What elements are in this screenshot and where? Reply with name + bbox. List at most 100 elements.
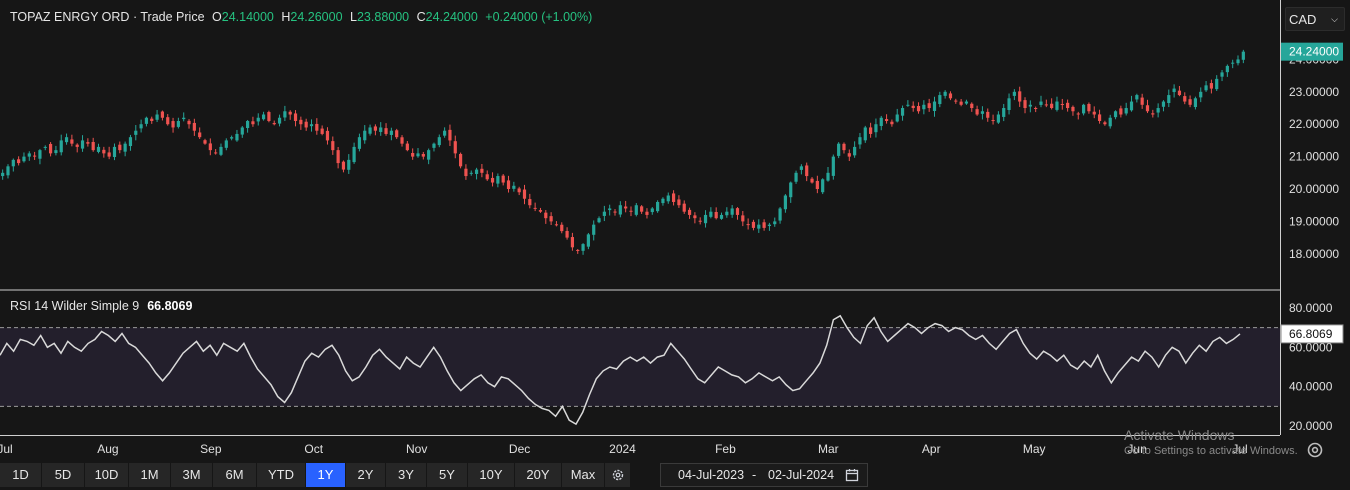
price-tick-label: 18.00000 [1289,247,1339,261]
candle-body [741,215,745,222]
candle-body [1060,104,1064,106]
candle-body [778,208,782,221]
range-button-10y[interactable]: 10Y [468,463,515,487]
date-range-picker[interactable]: 04-Jul-2023 - 02-Jul-2024 [660,463,868,487]
candle-body [1092,111,1096,115]
candle-body [650,208,654,213]
range-button-3y[interactable]: 3Y [386,463,427,487]
candle-body [1199,91,1203,98]
range-button-ytd[interactable]: YTD [257,463,306,487]
candle-body [938,95,942,105]
candle-body [815,180,819,190]
candle-body [1209,83,1213,89]
candle-body [1108,117,1112,127]
candle-body [916,105,921,112]
candle-body [890,121,894,125]
candle-body [698,220,702,222]
range-button-1m[interactable]: 1M [129,463,171,487]
candle-body [1161,101,1166,107]
candle-body [123,143,127,152]
chart-app: 18.00000 19.00000 20.00000 21.00000 22.00000… [0,0,1350,487]
candle-body [75,144,79,147]
time-tick-label: Aug [97,442,118,456]
candle-body [1151,113,1155,115]
range-button-3m[interactable]: 3M [171,463,213,487]
candle-body [746,224,750,226]
candle-body [629,210,633,212]
candle-body [198,132,202,138]
candle-body [1018,91,1022,102]
candle-body [757,224,761,229]
candle-body [1050,103,1054,109]
candle-body [91,141,95,151]
time-tick-label: Sep [200,442,222,456]
candle-body [389,130,393,135]
candle-body [709,211,713,217]
candle-body [597,218,601,223]
range-button-1y[interactable]: 1Y [306,463,346,487]
range-button-6m[interactable]: 6M [213,463,257,487]
candle-body [900,108,905,116]
candle-body [395,130,399,138]
range-button-5y[interactable]: 5Y [427,463,468,487]
candle-body [336,150,340,164]
close-label: C [416,10,426,24]
candle-body [192,122,196,131]
candle-body [416,153,420,157]
range-button-10d[interactable]: 10D [85,463,129,487]
candle-body [1113,111,1118,118]
watermark-subtitle: Go to Settings to activate Windows. [1124,445,1298,457]
candle-body [837,143,841,156]
last-price-label: 24.24000 [1289,45,1339,59]
candle-body [927,103,931,109]
candle-body [581,244,585,251]
candle-body [1,172,5,177]
candle-body [810,178,814,183]
candle-body [166,117,170,125]
price-axis: 18.00000 19.00000 20.00000 21.00000 22.00000… [1281,42,1343,261]
candle-body [831,156,835,176]
candle-body [1241,51,1245,60]
candle-body [1129,101,1134,111]
currency-value: CAD [1289,12,1317,27]
candle-body [43,146,47,148]
candle-body [315,123,319,131]
range-button-2y[interactable]: 2Y [346,463,386,487]
candle-body [847,153,851,157]
candle-body [448,129,452,141]
candle-body [102,149,106,154]
candle-body [464,168,468,177]
range-button-5d[interactable]: 5D [42,463,85,487]
candle-body [320,128,324,134]
candle-body [991,120,995,122]
candle-body [693,215,697,219]
candle-body [1044,104,1048,106]
candle-body [432,143,436,148]
candle-body [277,117,282,124]
chart-canvas[interactable]: 18.00000 19.00000 20.00000 21.00000 22.00000… [0,0,1350,463]
candle-body [1097,114,1102,121]
candle-body [858,137,862,145]
settings-icon[interactable] [1305,440,1325,460]
range-button-1d[interactable]: 1D [0,463,42,487]
candle-body [1087,104,1091,112]
price-tick-label: 23.00000 [1289,85,1339,99]
candle-body [821,179,825,193]
rsi-pane [0,314,1280,426]
range-button-20y[interactable]: 20Y [515,463,562,487]
candle-body [560,224,564,232]
range-button-max[interactable]: Max [562,463,605,487]
candle-body [224,140,228,148]
rsi-legend: RSI 14 Wilder Simple 9 66.8069 [10,299,192,313]
legend-separator: · [132,10,138,24]
candle-body [38,150,42,159]
candle-body [6,166,10,176]
candle-body [1215,78,1219,90]
calendar-icon[interactable] [845,468,859,482]
candle-body [586,234,590,247]
candle-body [661,198,665,204]
candle-body [703,214,708,224]
gear-icon[interactable] [605,463,631,487]
currency-select[interactable]: CAD ⌵ [1285,7,1345,31]
candle-body [1103,122,1107,125]
